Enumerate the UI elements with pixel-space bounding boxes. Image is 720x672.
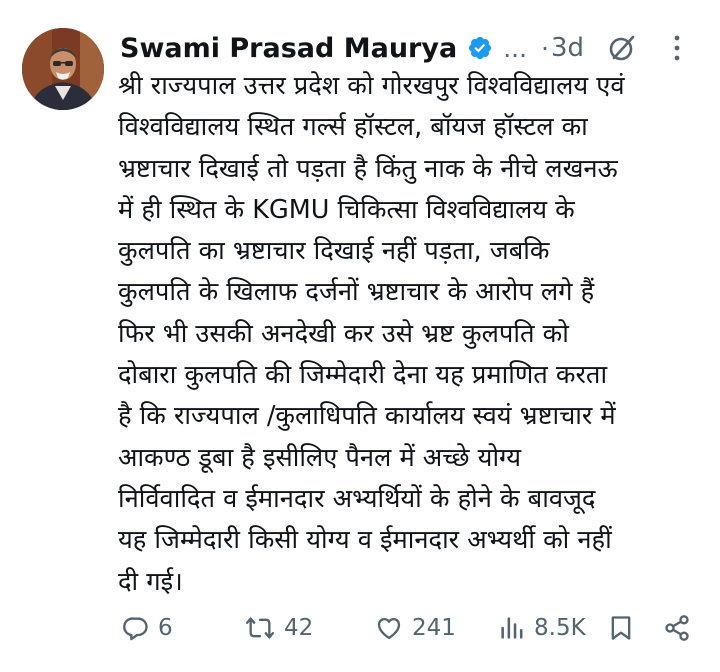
bookmark-icon — [611, 616, 631, 640]
bookmark-button[interactable] — [608, 608, 634, 648]
tweet-text: श्री राज्यपाल उत्तर प्रदेश को गोरखपुर वि… — [118, 66, 714, 603]
tweet-text-line: दोबारा कुलपति की जिम्मेदारी देना यह प्रम… — [118, 360, 608, 391]
handle-truncated[interactable]: ... — [503, 34, 527, 63]
action-bar: 6 42 241 8.5K — [118, 608, 708, 648]
avatar-image — [22, 28, 104, 110]
reply-icon — [123, 617, 148, 641]
like-count: 241 — [412, 615, 456, 641]
verified-badge-icon — [469, 36, 492, 60]
tweet-text-line: यह जिम्मेदारी किसी योग्य व ईमानदार अभ्यर… — [118, 525, 612, 556]
heart-icon — [377, 617, 401, 640]
tweet-text-line: श्री राज्यपाल उत्तर प्रदेश को गोरखपुर वि… — [118, 71, 625, 101]
repost-count: 42 — [284, 615, 314, 641]
repost-icon — [246, 617, 275, 639]
tweet-text-line: कुलपति के खिलाफ दर्जनों भ्रष्टाचार के आर… — [118, 277, 595, 308]
reply-button[interactable]: 6 — [122, 608, 173, 648]
view-count: 8.5K — [534, 615, 586, 641]
share-button[interactable] — [662, 608, 692, 648]
more-vertical-icon[interactable] — [670, 32, 684, 64]
share-icon — [665, 615, 689, 641]
reply-count: 6 — [158, 615, 173, 641]
tweet-text-line: है कि राज्यपाल /कुलाधिपति कार्यालय स्वयं… — [118, 401, 616, 432]
tweet-text-line: कुलपति का भ्रष्टाचार दिखाई नहीं पड़ता, ज… — [118, 236, 550, 267]
repost-button[interactable]: 42 — [244, 608, 313, 648]
tweet-text-line: निर्विवादित व ईमानदार अभ्यर्थियों के होन… — [118, 483, 596, 514]
grok-icon[interactable] — [608, 34, 636, 62]
like-button[interactable]: 241 — [374, 608, 456, 648]
views-button[interactable]: 8.5K — [498, 608, 586, 648]
tweet-text-line: में ही स्थित के KGMU चिकित्सा विश्वविद्य… — [118, 194, 575, 225]
tweet: Swami Prasad Maurya ... · 3d श्री राज्यप… — [0, 0, 720, 672]
tweet-text-line: विश्वविद्यालय स्थित गर्ल्स हॉस्टल, बॉयज … — [118, 112, 588, 143]
author-name[interactable]: Swami Prasad Maurya — [120, 33, 457, 64]
avatar[interactable] — [22, 28, 104, 110]
views-chart-icon — [501, 617, 523, 639]
tweet-text-line: आकण्ठ डूबा है इसीलिए पैनल में अच्छे योग्… — [118, 442, 522, 473]
separator-dot: · — [541, 33, 549, 63]
tweet-text-line: भ्रष्टाचार दिखाई तो पड़ता है किंतु नाक क… — [118, 153, 618, 184]
tweet-text-line: दी गई। — [118, 566, 183, 597]
tweet-header: Swami Prasad Maurya ... · 3d — [120, 26, 710, 70]
tweet-text-line: फिर भी उसकी अनदेखी कर उसे भ्रष्ट कुलपति … — [118, 318, 569, 349]
timestamp[interactable]: 3d — [551, 33, 584, 63]
